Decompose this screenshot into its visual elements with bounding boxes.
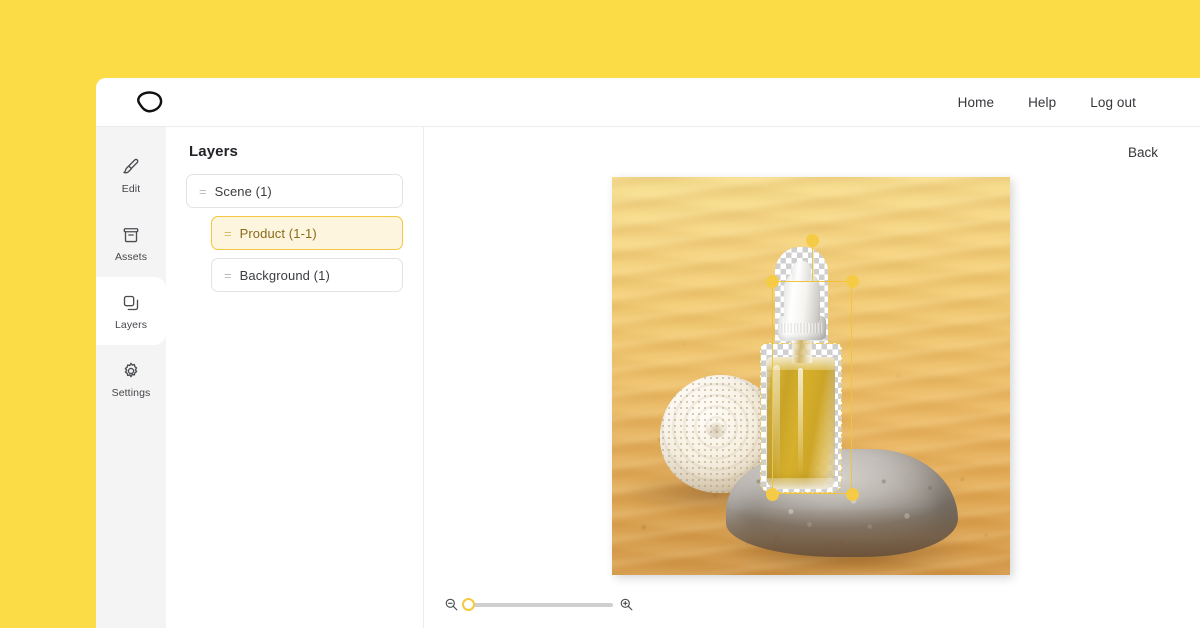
app-window: Home Help Log out Edit Assets Layers Set… bbox=[96, 78, 1200, 628]
zoom-control bbox=[444, 597, 634, 612]
selection-bounding-box bbox=[772, 281, 852, 494]
gear-icon bbox=[120, 360, 142, 382]
brush-icon bbox=[120, 156, 142, 178]
layers-panel: Layers = Scene (1) = Product (1-1) = Bac… bbox=[166, 127, 424, 628]
handle-bottom-left[interactable] bbox=[765, 487, 779, 501]
rail-item-assets[interactable]: Assets bbox=[96, 209, 166, 277]
box-icon bbox=[120, 224, 142, 246]
canvas-stage[interactable] bbox=[424, 177, 1200, 628]
app-body: Edit Assets Layers Settings Layers = Sce… bbox=[96, 127, 1200, 628]
handle-top-left[interactable] bbox=[765, 274, 779, 288]
rail-label-assets: Assets bbox=[114, 250, 148, 263]
drag-handle-icon[interactable]: = bbox=[199, 185, 207, 198]
rail-item-settings[interactable]: Settings bbox=[96, 345, 166, 413]
rail-item-layers[interactable]: Layers bbox=[96, 277, 166, 345]
rail-label-settings: Settings bbox=[111, 386, 151, 399]
layer-row-scene[interactable]: = Scene (1) bbox=[186, 174, 403, 208]
icon-rail: Edit Assets Layers Settings bbox=[96, 127, 166, 628]
back-button[interactable]: Back bbox=[1128, 145, 1158, 160]
handle-rotate[interactable] bbox=[805, 233, 819, 247]
layer-label: Scene (1) bbox=[214, 183, 272, 199]
zoom-slider-track[interactable] bbox=[462, 598, 613, 611]
layer-row-product[interactable]: = Product (1-1) bbox=[211, 216, 403, 250]
nav-home[interactable]: Home bbox=[958, 95, 994, 110]
layer-label: Product (1-1) bbox=[239, 225, 317, 241]
rail-item-edit[interactable]: Edit bbox=[96, 141, 166, 209]
zoom-slider-thumb[interactable] bbox=[462, 598, 475, 611]
app-header: Home Help Log out bbox=[96, 78, 1200, 127]
nav-help[interactable]: Help bbox=[1028, 95, 1056, 110]
dropper-tip bbox=[792, 261, 811, 281]
canvas-area: Back bbox=[424, 127, 1200, 628]
header-nav: Home Help Log out bbox=[958, 95, 1136, 110]
canvas-topbar: Back bbox=[424, 127, 1200, 177]
page-title: Layers bbox=[189, 143, 238, 160]
blob-logo-icon[interactable] bbox=[132, 87, 166, 117]
nav-logout[interactable]: Log out bbox=[1090, 95, 1136, 110]
drag-handle-icon[interactable]: = bbox=[224, 227, 232, 240]
rail-label-edit: Edit bbox=[121, 182, 141, 195]
zoom-in-icon[interactable] bbox=[619, 597, 634, 612]
drag-handle-icon[interactable]: = bbox=[224, 269, 232, 282]
layer-label: Background (1) bbox=[239, 267, 330, 283]
layer-row-background[interactable]: = Background (1) bbox=[211, 258, 403, 292]
handle-bottom-right[interactable] bbox=[845, 487, 859, 501]
rock-bottom-shade bbox=[726, 507, 958, 557]
rail-label-layers: Layers bbox=[114, 318, 148, 331]
artboard[interactable] bbox=[612, 177, 1010, 575]
zoom-out-icon[interactable] bbox=[444, 597, 459, 612]
handle-top-right[interactable] bbox=[845, 274, 859, 288]
layers-icon bbox=[120, 292, 142, 314]
